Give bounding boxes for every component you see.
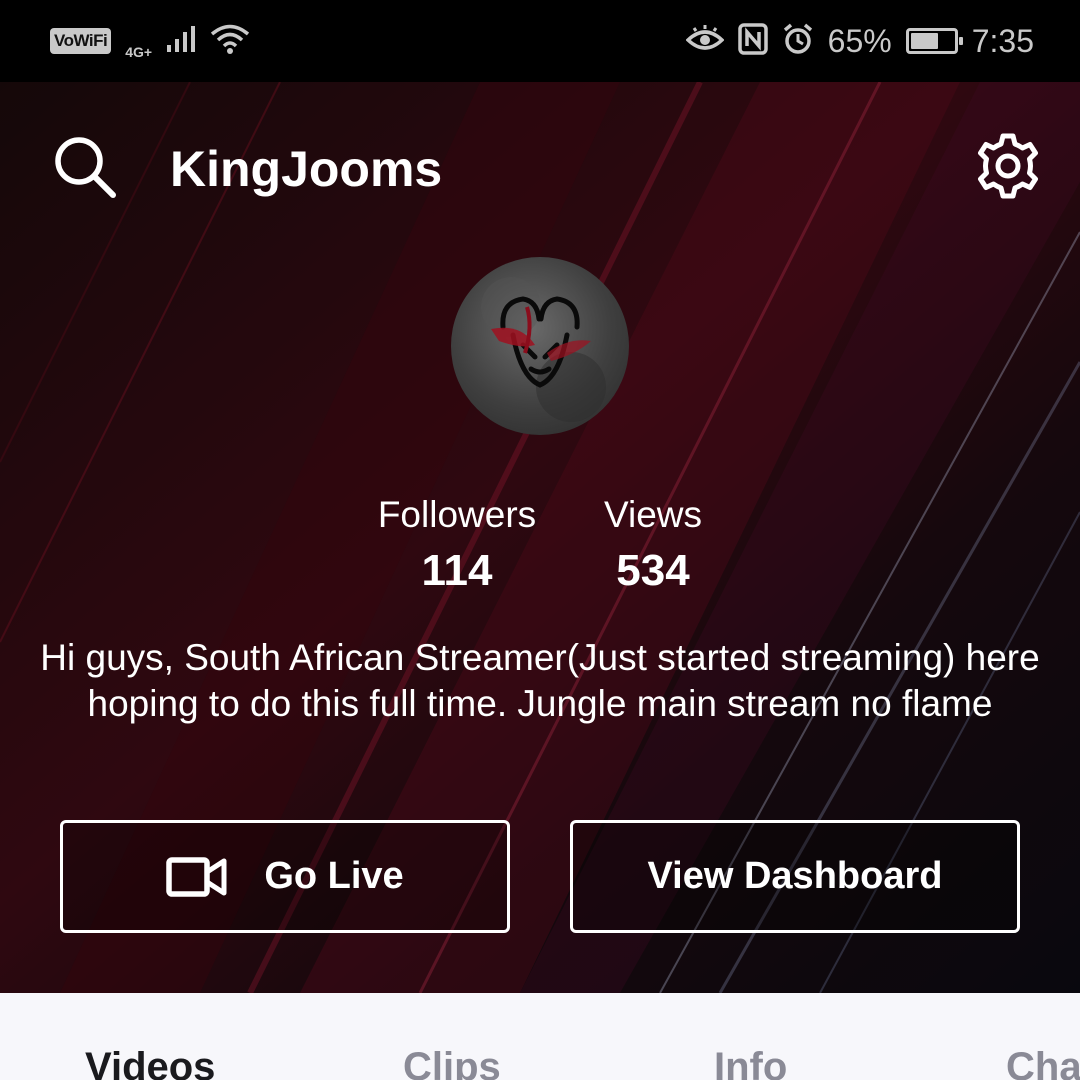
status-bar-right: 65% 7:35 <box>685 22 1034 60</box>
followers-count: 114 <box>421 546 493 595</box>
views-count: 534 <box>616 546 690 595</box>
battery-level <box>910 33 939 49</box>
tab-videos[interactable]: Videos <box>85 1045 215 1080</box>
wifi-icon <box>210 23 250 60</box>
search-button[interactable] <box>52 134 118 200</box>
battery-icon <box>905 28 963 54</box>
avatar[interactable] <box>451 257 629 435</box>
tab-chat[interactable]: Chat <box>1006 1045 1080 1080</box>
settings-button[interactable] <box>974 132 1042 200</box>
profile-tabs: Videos Clips Info Chat <box>0 993 1080 1080</box>
network-type: 4G+ <box>125 44 153 60</box>
battery-percent: 65% <box>827 22 892 59</box>
vowifi-badge: VoWiFi <box>50 28 112 54</box>
status-bar: VoWiFi 4G+ 65% 7:35 <box>0 0 1080 82</box>
tab-info[interactable]: Info <box>714 1045 787 1080</box>
tab-clips[interactable]: Clips <box>403 1045 501 1080</box>
views-label: Views <box>603 494 703 535</box>
signal-icon <box>166 25 196 58</box>
profile-name: KingJooms <box>170 141 443 197</box>
nfc-icon <box>737 22 768 60</box>
followers-stat[interactable]: Followers 114 <box>364 494 550 596</box>
gear-icon <box>978 133 1038 199</box>
go-live-button[interactable]: Go Live <box>60 820 510 933</box>
profile-header: KingJooms Followers 114 Views 534 Hi guy… <box>0 82 1080 993</box>
status-bar-left: VoWiFi 4G+ <box>50 22 250 60</box>
followers-label: Followers <box>377 494 537 535</box>
eye-icon <box>685 24 725 58</box>
view-dashboard-button[interactable]: View Dashboard <box>570 820 1020 933</box>
clock: 7:35 <box>971 22 1034 59</box>
avatar-logo <box>481 277 606 422</box>
search-icon <box>55 137 116 198</box>
alarm-icon <box>782 23 814 60</box>
view-dashboard-label: View Dashboard <box>647 855 943 897</box>
go-live-label: Go Live <box>264 855 404 897</box>
video-camera-icon <box>166 856 227 897</box>
profile-bio: Hi guys, South African Streamer(Just sta… <box>40 637 1040 724</box>
views-stat: Views 534 <box>592 494 714 596</box>
